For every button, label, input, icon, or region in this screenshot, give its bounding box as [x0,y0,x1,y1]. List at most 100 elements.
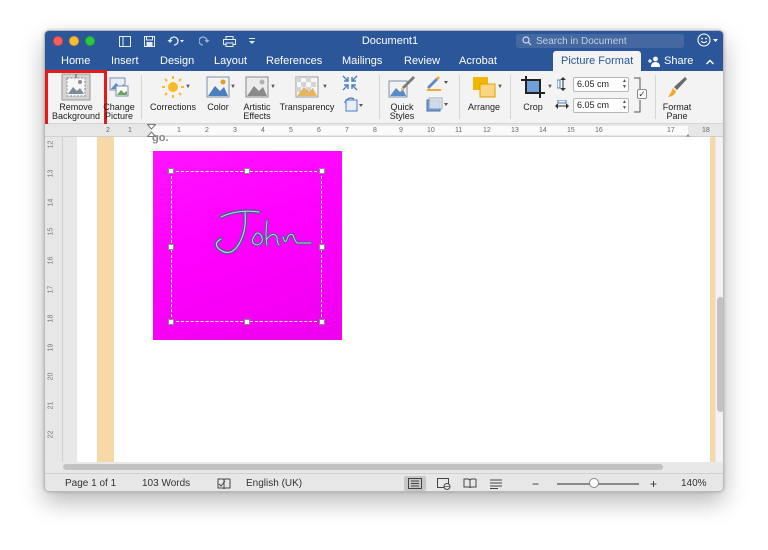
print-icon[interactable] [221,33,237,49]
word-count[interactable]: 103 Words [142,474,190,491]
minimize-window-button[interactable] [69,36,79,46]
search-icon [522,36,532,46]
width-stepper-icon[interactable]: ▲ ▼ [622,99,627,111]
format-pane-button[interactable]: Format Pane [659,73,695,121]
zoom-slider-thumb[interactable] [588,478,599,488]
ruler-number: 15 [567,127,575,134]
close-window-button[interactable] [53,36,63,46]
word-window: Document1 Home Insert Design Layout Refe… [44,30,724,492]
transparency-dropdown-icon[interactable]: ▼ [322,84,328,90]
save-icon[interactable] [141,33,157,49]
ruler-number: 11 [455,127,463,134]
ruler-number: 18 [702,127,710,134]
focus-view-button[interactable] [459,476,481,491]
share-button[interactable]: Share [648,51,693,71]
transparency-button[interactable]: Transparency ▼ [277,73,337,112]
resize-handle[interactable] [319,319,325,325]
zoom-in-button[interactable]: + [650,474,657,491]
crop-label: Crop [523,102,543,112]
document-title: Document1 [361,35,419,47]
customize-toolbar-icon[interactable] [247,33,257,49]
corrections-dropdown-icon[interactable]: ▼ [185,84,191,90]
undo-icon[interactable] [165,33,187,49]
resize-handle[interactable] [244,319,250,325]
color-label: Color [207,102,229,112]
resize-handle[interactable] [168,168,174,174]
vertical-scroll-thumb[interactable] [717,297,723,412]
corrections-button[interactable]: Corrections ▼ [147,73,199,112]
tab-acrobat[interactable]: Acrobat [459,51,497,71]
crop-button[interactable]: Crop ▼ [515,73,553,112]
ruler-number: 17 [667,127,675,134]
horizontal-ruler[interactable]: 2 1 1 2 3 4 5 6 7 8 9 10 11 12 13 14 15 … [45,124,723,141]
tab-design[interactable]: Design [160,51,194,71]
tab-picture-format[interactable]: Picture Format [553,51,642,71]
quick-styles-button[interactable]: Quick Styles [383,73,421,121]
ruler-number: 14 [539,127,547,134]
ruler-number: 7 [345,127,349,134]
search-box[interactable] [516,34,684,48]
zoom-out-button[interactable]: − [532,474,539,491]
remove-background-button[interactable]: Remove Background [45,70,107,131]
horizontal-scroll-thumb[interactable] [63,464,663,470]
tab-references[interactable]: References [266,51,322,71]
page-count[interactable]: Page 1 of 1 [65,474,116,491]
lock-aspect-ratio-checkbox[interactable]: ✓ [637,89,647,99]
sidebar-toggle-icon[interactable] [117,33,133,49]
language-indicator[interactable]: English (UK) [246,474,302,491]
resize-handle[interactable] [168,319,174,325]
artistic-effects-button[interactable]: Artistic Effects ▼ [239,73,276,121]
ruler-number: 6 [317,127,321,134]
maximize-window-button[interactable] [85,36,95,46]
arrange-button[interactable]: Arrange ▼ [463,73,505,112]
ribbon-separator [510,75,511,119]
picture-border-icon[interactable] [425,75,451,96]
crop-dropdown-icon[interactable]: ▼ [547,84,553,90]
resize-handle[interactable] [244,168,250,174]
document-page[interactable]: go. [77,132,715,462]
arrange-dropdown-icon[interactable]: ▼ [497,84,503,90]
height-stepper-icon[interactable]: ▲ ▼ [622,78,627,90]
resize-handle[interactable] [168,244,174,250]
vertical-scrollbar[interactable] [716,137,723,462]
collapse-ribbon-icon[interactable] [705,54,715,72]
feedback-smiley-icon[interactable] [697,33,719,47]
resize-handle[interactable] [319,168,325,174]
ribbon-tab-bar: Home Insert Design Layout References Mai… [45,51,723,71]
zoom-level[interactable]: 140% [681,474,707,491]
shape-width-input[interactable]: 6.05 cm ▲ ▼ [573,98,629,113]
picture-effects-icon[interactable] [425,97,451,118]
color-dropdown-icon[interactable]: ▼ [230,84,236,90]
web-layout-view-button[interactable] [433,476,455,491]
ruler-number: 1 [177,127,181,134]
tab-insert[interactable]: Insert [111,51,139,71]
web-layout-icon [437,477,451,490]
tab-layout[interactable]: Layout [214,51,247,71]
quick-styles-label: Quick Styles [389,102,415,121]
ruler-number: 22 [47,430,55,439]
compress-pictures-icon[interactable] [342,75,358,96]
status-bar: Page 1 of 1 103 Words English (UK) − + 1… [45,473,723,491]
ruler-number: 14 [47,198,55,207]
shape-width-icon [555,99,569,117]
ruler-number: 12 [47,140,55,149]
search-input[interactable] [536,35,676,47]
add-person-icon [648,56,660,67]
tab-review[interactable]: Review [404,51,440,71]
redo-icon[interactable] [197,33,211,49]
tab-home[interactable]: Home [61,51,90,71]
resize-handle[interactable] [319,244,325,250]
change-picture-button[interactable]: Change Picture [103,73,135,121]
draft-view-button[interactable] [485,476,507,491]
tab-mailings[interactable]: Mailings [342,51,382,71]
artistic-effects-dropdown-icon[interactable]: ▼ [270,84,276,90]
proofing-icon[interactable] [217,478,231,491]
shape-height-input[interactable]: 6.05 cm ▲ ▼ [573,77,629,92]
transparency-label: Transparency [279,102,335,112]
share-label: Share [664,55,694,67]
color-button[interactable]: Color ▼ [200,73,236,112]
vertical-ruler[interactable]: 12 13 14 15 16 17 18 19 20 21 22 [45,137,63,462]
reset-picture-icon[interactable] [342,97,364,118]
quick-styles-icon [388,73,416,101]
print-layout-view-button[interactable] [404,476,426,491]
